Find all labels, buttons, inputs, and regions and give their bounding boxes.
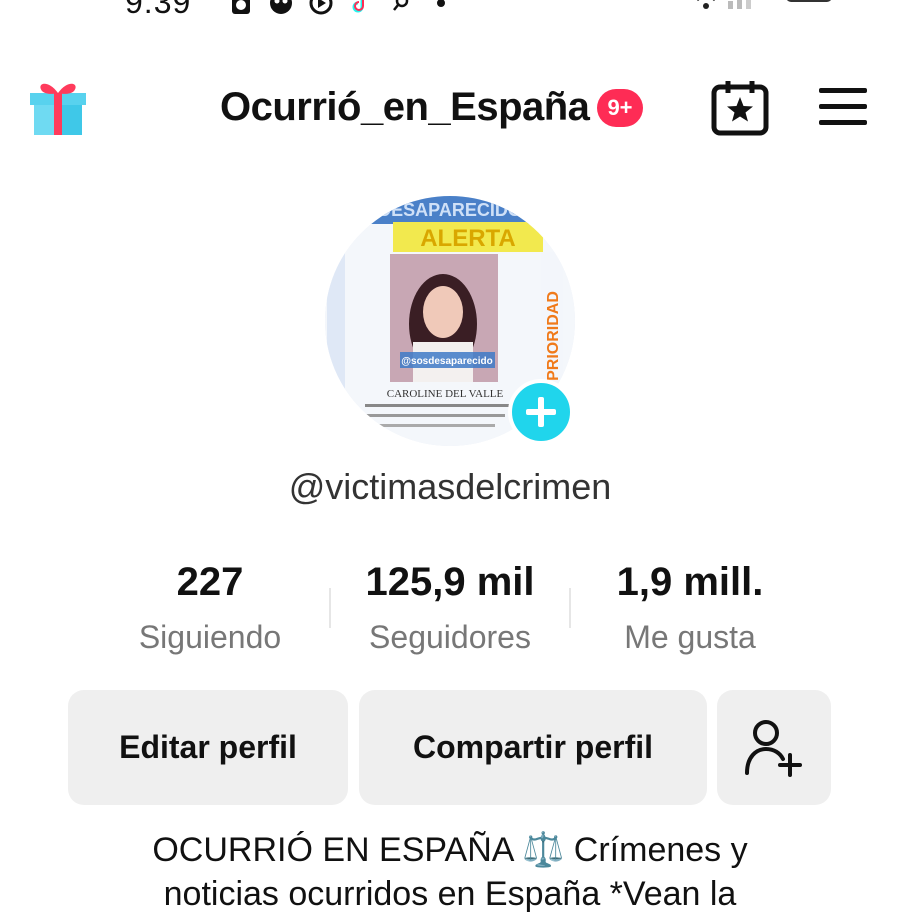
profile-bio: OCURRIÓ EN ESPAÑA ⚖️ Crímenes y noticias… — [0, 828, 900, 916]
status-time: 9:39 — [125, 0, 192, 20]
play-store-icon — [308, 0, 334, 16]
profile-header: Ocurrió_en_España 9+ — [0, 75, 900, 145]
tiktok-icon — [348, 0, 374, 16]
bio-line-1: OCURRIÓ EN ESPAÑA ⚖️ Crímenes y — [152, 831, 748, 869]
battery-indicator: 93 — [786, 0, 832, 2]
stat-followers-label: Seguidores — [369, 619, 531, 655]
stat-following-label: Siguiendo — [138, 619, 282, 655]
search-status-icon — [388, 0, 414, 16]
share-profile-button[interactable]: Compartir perfil — [359, 690, 707, 805]
status-system-icons — [690, 0, 752, 12]
avatar-alerta-text: ALERTA — [420, 225, 516, 252]
avatar-top-text: DESAPARECIDO — [378, 200, 522, 220]
stat-likes[interactable]: 1,9 mill. Me gusta — [570, 560, 810, 656]
stat-followers[interactable]: 125,9 mil Seguidores — [330, 560, 570, 656]
app-icon — [268, 0, 294, 16]
edit-profile-button[interactable]: Editar perfil — [68, 690, 348, 805]
stat-likes-label: Me gusta — [624, 619, 756, 655]
add-user-icon — [745, 719, 802, 777]
profile-stats: 227 Siguiendo 125,9 mil Seguidores 1,9 m… — [0, 560, 900, 670]
plus-icon — [526, 397, 556, 427]
bio-line-2: noticias ocurridos en España *Vean la — [163, 875, 737, 913]
hamburger-menu-icon[interactable] — [817, 87, 869, 127]
add-avatar-button[interactable] — [508, 379, 574, 445]
stat-following-value: 227 — [176, 560, 244, 604]
stat-followers-value: 125,9 mil — [365, 560, 535, 604]
edit-profile-label: Editar perfil — [119, 729, 297, 765]
profile-title[interactable]: Ocurrió_en_España — [220, 85, 590, 130]
username: @victimasdelcrimen — [288, 466, 612, 507]
add-friend-button[interactable] — [717, 690, 831, 805]
avatar-name-text: CAROLINE DEL VALLE — [387, 388, 504, 400]
avatar-side-text: PRIORIDAD — [545, 291, 562, 381]
wifi-icon — [690, 0, 716, 12]
share-profile-label: Compartir perfil — [412, 729, 654, 765]
signal-icon — [726, 0, 752, 12]
speaker-icon — [228, 0, 254, 16]
status-bar: 9:39 93 — [0, 0, 900, 26]
stat-following[interactable]: 227 Siguiendo — [90, 560, 330, 656]
stat-likes-value: 1,9 mill. — [616, 560, 764, 604]
dot-icon — [428, 0, 454, 16]
status-notification-icons — [228, 0, 454, 16]
avatar-handle-text: @sosdesaparecido — [401, 356, 492, 367]
profile-avatar[interactable]: DESAPARECIDO ALERTA PRIORIDAD @sosdesapa… — [325, 196, 575, 446]
gift-icon[interactable] — [28, 77, 88, 139]
notification-badge: 9+ — [597, 88, 643, 127]
calendar-star-icon[interactable] — [710, 79, 770, 137]
title-group: Ocurrió_en_España 9+ — [220, 85, 643, 130]
